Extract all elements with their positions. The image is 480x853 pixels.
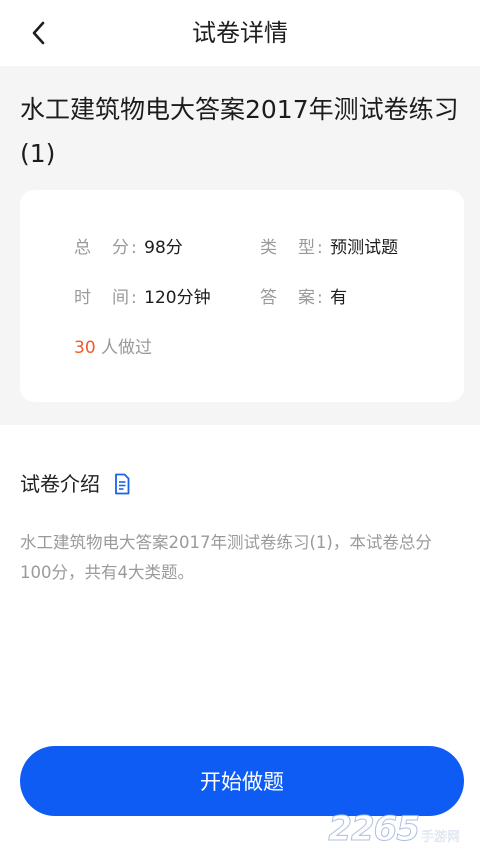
score-value: 98分 [144, 238, 183, 258]
participant-label: 人做过 [101, 338, 153, 358]
answer-row: 答 案: 有 [260, 286, 347, 310]
participant-count: 30 [74, 338, 96, 358]
paper-info-card: 总 分: 98分 类 型: 预测试题 时 间: 120分钟 答 案: 有 30 … [20, 190, 464, 402]
time-row: 时 间: 120分钟 [74, 286, 211, 310]
intro-heading-label: 试卷介绍 [20, 472, 100, 496]
type-label: 类 型: [260, 238, 325, 258]
site-watermark: 2265 手游网 [328, 809, 460, 849]
type-value: 预测试题 [330, 238, 399, 258]
answer-label: 答 案: [260, 288, 325, 308]
document-icon [114, 473, 130, 495]
type-row: 类 型: 预测试题 [260, 236, 398, 260]
time-value: 120分钟 [144, 288, 211, 308]
paper-title: 水工建筑物电大答案2017年测试卷练习(1) [20, 95, 459, 168]
answer-value: 有 [330, 288, 348, 308]
watermark-text: 手游网 [420, 830, 460, 845]
page-title: 试卷详情 [192, 19, 288, 47]
score-row: 总 分: 98分 [74, 236, 183, 260]
intro-description: 水工建筑物电大答案2017年测试卷练习(1)，本试卷总分100分，共有4大类题。 [20, 533, 432, 582]
top-navigation-bar: 试卷详情 [0, 0, 480, 66]
time-label: 时 间: [74, 288, 139, 308]
start-exam-button[interactable]: 开始做题 [20, 746, 464, 816]
score-label: 总 分: [74, 238, 139, 258]
watermark-number: 2265 [328, 809, 421, 849]
participants-row: 30 人做过 [74, 336, 152, 360]
intro-heading: 试卷介绍 [20, 468, 130, 500]
